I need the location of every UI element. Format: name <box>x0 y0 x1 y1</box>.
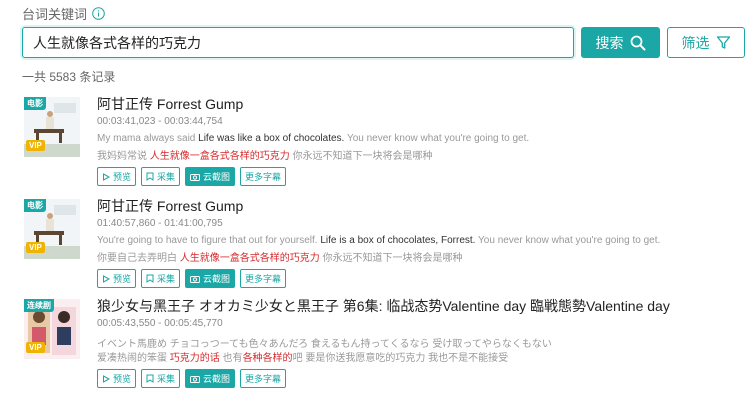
poster-thumbnail[interactable]: 电影 VIP <box>24 199 80 259</box>
info-icon[interactable] <box>92 6 105 20</box>
result-timecode: 00:03:41,023 - 00:03:44,754 <box>97 116 223 127</box>
result-title[interactable]: 狼少女与黑王子 オオカミ少女と黒王子 第6集: 临战态势Valentine da… <box>97 296 670 316</box>
subtitle-chinese: 你要自己去弄明白 人生就像一盒各式各样的巧克力 你永远不知道下一块将会是哪种 <box>97 253 463 264</box>
result-title[interactable]: 阿甘正传 Forrest Gump <box>97 94 243 114</box>
vip-badge: VIP <box>26 342 45 353</box>
screenshot-button[interactable]: 云截图 <box>185 369 236 388</box>
search-icon <box>630 35 645 50</box>
search-input[interactable] <box>22 27 574 58</box>
type-badge: 电影 <box>24 199 46 212</box>
vip-badge: VIP <box>26 140 45 151</box>
collect-button[interactable]: 采集 <box>141 167 181 186</box>
filter-icon <box>716 36 730 49</box>
result-item: 电影 VIP 阿甘正传 Forrest Gump 01:40:57,860 - … <box>22 196 742 301</box>
preview-button[interactable]: 预览 <box>97 369 137 388</box>
collect-button[interactable]: 采集 <box>141 369 181 388</box>
play-icon <box>103 172 110 181</box>
collect-button[interactable]: 采集 <box>141 269 181 288</box>
filter-button[interactable]: 筛选 <box>667 27 745 58</box>
type-badge: 电影 <box>24 97 46 110</box>
play-icon <box>103 274 110 283</box>
result-timecode: 00:05:43,550 - 00:05:45,770 <box>97 318 223 329</box>
preview-button[interactable]: 预览 <box>97 167 137 186</box>
result-actions: 预览 采集 云截图 更多字幕 <box>97 269 287 288</box>
search-button[interactable]: 搜索 <box>581 27 660 58</box>
screenshot-button[interactable]: 云截图 <box>185 269 236 288</box>
more-subtitles-button[interactable]: 更多字幕 <box>240 167 287 186</box>
poster-thumbnail[interactable]: 电影 VIP <box>24 97 80 157</box>
result-item: 电影 VIP 阿甘正传 Forrest Gump 00:03:41,023 - … <box>22 94 742 199</box>
camera-icon <box>190 375 201 383</box>
result-timecode: 01:40:57,860 - 01:41:00,795 <box>97 218 223 229</box>
bookmark-icon <box>146 274 154 283</box>
poster-thumbnail[interactable]: 连续剧 VIP <box>24 299 80 359</box>
bookmark-icon <box>146 172 154 181</box>
type-badge: 连续剧 <box>24 299 54 312</box>
more-subtitles-button[interactable]: 更多字幕 <box>240 369 287 388</box>
search-button-label: 搜索 <box>595 34 624 51</box>
result-actions: 预览 采集 云截图 更多字幕 <box>97 369 287 388</box>
subtitle-english: My mama always said Life was like a box … <box>97 133 530 144</box>
vip-badge: VIP <box>26 242 45 253</box>
subtitle-english: You're going to have to figure that out … <box>97 235 661 246</box>
result-actions: 预览 采集 云截图 更多字幕 <box>97 167 287 186</box>
play-icon <box>103 374 110 383</box>
result-title[interactable]: 阿甘正传 Forrest Gump <box>97 196 243 216</box>
preview-button[interactable]: 预览 <box>97 269 137 288</box>
subtitle-chinese: 我妈妈常说 人生就像一盒各式各样的巧克力 你永远不知道下一块将会是哪种 <box>97 151 433 162</box>
camera-icon <box>190 275 201 283</box>
result-count: 一共 5583 条记录 <box>22 70 116 84</box>
keyword-label: 台词关键词 <box>22 6 88 22</box>
camera-icon <box>190 173 201 181</box>
subtitle-original: イベント馬鹿め チョコっつーても色々あんだろ 食えるもん持ってくるなら 受け取っ… <box>97 339 552 350</box>
bookmark-icon <box>146 374 154 383</box>
screenshot-button[interactable]: 云截图 <box>185 167 236 186</box>
more-subtitles-button[interactable]: 更多字幕 <box>240 269 287 288</box>
result-item: 连续剧 VIP 狼少女与黑王子 オオカミ少女と黒王子 第6集: 临战态势Vale… <box>22 296 742 400</box>
subtitle-chinese: 爱凑热闹的笨蛋 巧克力的话 也有各种各样的吧 要是你送我愿意吃的巧克力 我也不是… <box>97 353 509 364</box>
filter-button-label: 筛选 <box>681 34 710 51</box>
keyword-label-row: 台词关键词 <box>22 5 105 22</box>
